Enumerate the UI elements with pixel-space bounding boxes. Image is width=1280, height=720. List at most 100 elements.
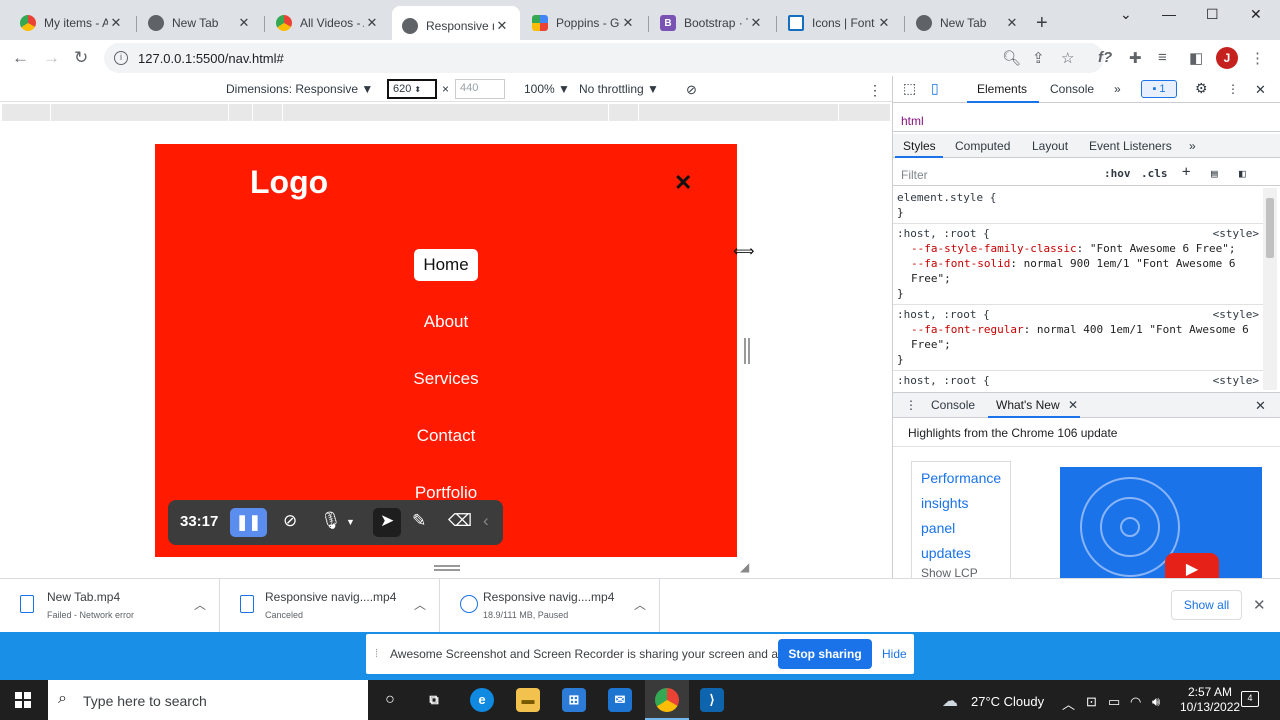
hov-toggle[interactable]: :hov [1104,167,1131,180]
youtube-play-icon[interactable]: ▶ [1165,553,1219,578]
css-rule[interactable]: :host, :root { <style> --fa-font-regular… [893,305,1263,371]
download-item[interactable]: New Tab.mp4 Failed - Network error ︿ [0,579,220,633]
minimize-icon[interactable]: — [1162,6,1176,22]
notification-center-icon[interactable]: 4 [1241,691,1259,707]
breadcrumb-html[interactable]: html [901,114,924,128]
menu-icon[interactable]: ⋮ [1250,49,1265,67]
rule-source-link[interactable]: <style> [1213,307,1259,322]
media-queue-icon[interactable]: ≡ [1158,49,1167,66]
devtools-menu-icon[interactable]: ⋮ [1227,82,1239,96]
device-more-icon[interactable]: ⋮ [868,82,882,99]
drawer-tab-whats-new[interactable]: What's New [996,398,1060,412]
dimensions-dropdown[interactable]: Dimensions: Responsive ▼ [226,82,373,96]
extensions-icon[interactable]: ✚ [1129,49,1142,67]
zoom-icon[interactable]: 🔍︎ [1002,49,1021,67]
drawer-menu-icon[interactable]: ⋮ [905,398,917,412]
styles-scrollbar[interactable] [1263,188,1277,390]
formula-extension-icon[interactable]: f? [1098,49,1112,66]
file-explorer-icon[interactable]: ▬ [516,688,540,712]
show-hidden-icons-chevron-icon[interactable]: ︿ [1062,694,1075,713]
share-icon[interactable]: ⇪ [1032,49,1045,67]
chrome-icon[interactable] [655,688,679,712]
weather-text[interactable]: 27°C Cloudy [971,694,1044,709]
whats-new-link[interactable]: panel [921,516,1001,541]
rotate-icon[interactable]: ⊘ [686,82,697,98]
mic-dropdown-icon[interactable]: ▼ [346,517,355,527]
edge-icon[interactable]: e [470,688,494,712]
css-rule[interactable]: :host, :root { <style> [893,371,1263,390]
tab-search-icon[interactable]: ⌄ [1120,6,1132,23]
side-panel-icon[interactable]: ◧ [1189,49,1203,67]
wifi-icon[interactable]: ◠ [1130,694,1141,710]
width-input[interactable]: 620 ⬍ [387,79,437,99]
zoom-dropdown[interactable]: 100% ▼ [524,82,570,96]
close-tab-icon[interactable]: ✕ [108,15,124,31]
close-drawer-icon[interactable]: ✕ [1255,398,1266,414]
close-tab-icon[interactable]: ✕ [620,15,636,31]
collapse-chevron-icon[interactable]: ‹ [483,511,489,531]
download-item[interactable]: Responsive navig....mp4 Canceled ︿ [220,579,440,633]
pen-icon[interactable]: ✎ [412,511,426,531]
close-drawer-tab-icon[interactable]: ✕ [1068,398,1078,412]
resize-handle-right[interactable] [744,338,750,364]
tab-my-items[interactable]: My items - A ✕ [10,8,134,38]
height-input[interactable]: 440 [455,79,505,99]
reload-icon[interactable]: ↻ [74,48,88,68]
nav-link-contact[interactable]: Contact [155,420,737,452]
taskbar-search[interactable]: ⌕ Type here to search [48,680,368,720]
styles-filter-input[interactable]: Filter [901,168,928,182]
cortana-icon[interactable]: ○ [378,688,402,712]
device-mode-icon[interactable]: ▯ [931,80,939,97]
battery-icon[interactable]: ▭ [1108,694,1120,710]
tab-styles[interactable]: Styles [903,139,936,153]
hide-banner-button[interactable]: Hide [882,647,907,661]
media-query-ruler[interactable] [2,104,890,121]
more-tabs-icon[interactable]: » [1114,82,1121,96]
property-value[interactable]: "Font Awesome 6 Free"; [1090,242,1236,255]
close-tab-icon[interactable]: ✕ [748,15,764,31]
property-name[interactable]: --fa-font-regular [911,323,1024,336]
microphone-icon[interactable]: 🎙︎ [320,511,342,531]
rule-source-link[interactable]: <style> [1213,373,1259,388]
rule-source-link[interactable]: <style> [1213,226,1259,241]
tab-elements[interactable]: Elements [977,82,1027,96]
chevron-up-icon[interactable]: ︿ [194,596,206,613]
address-bar[interactable]: i 127.0.0.1:5500/nav.html# [104,43,1104,73]
tab-all-videos[interactable]: All Videos - A ✕ [266,8,390,38]
tab-layout[interactable]: Layout [1032,139,1068,153]
tab-console[interactable]: Console [1050,82,1094,96]
task-view-icon[interactable]: ⧉ [422,688,446,712]
windows-start-icon[interactable] [15,692,31,708]
nav-link-services[interactable]: Services [155,363,737,395]
resize-corner-icon[interactable]: ◢ [740,560,749,574]
site-logo[interactable]: Logo [250,164,328,201]
tab-new-tab[interactable]: New Tab ✕ [138,8,262,38]
whats-new-link[interactable]: Performance [921,466,1001,491]
site-info-icon[interactable]: i [114,51,128,65]
close-tab-icon[interactable]: ✕ [1004,15,1020,31]
camera-off-icon[interactable]: ⊘ [283,511,297,531]
tab-new-tab-2[interactable]: New Tab ✕ [906,8,1030,38]
close-tab-icon[interactable]: ✕ [236,15,252,31]
nav-link-home[interactable]: Home [155,249,737,281]
close-download-shelf-icon[interactable]: ✕ [1253,596,1266,614]
nav-link-about[interactable]: About [155,306,737,338]
pause-icon[interactable]: ❚❚ [230,508,267,537]
close-tab-icon[interactable]: ✕ [876,15,892,31]
tab-event-listeners[interactable]: Event Listeners [1089,139,1172,153]
whats-new-link[interactable]: insights [921,491,1001,516]
css-rule[interactable]: element.style { } [893,188,1263,224]
property-name[interactable]: --fa-style-family-classic [911,242,1077,255]
new-tab-button[interactable]: + [1036,12,1048,35]
forward-icon[interactable]: → [43,48,60,68]
show-all-downloads-button[interactable]: Show all [1171,590,1242,620]
volume-icon[interactable]: 🔊︎ [1152,694,1160,710]
close-tab-icon[interactable]: ✕ [364,15,380,31]
eraser-icon[interactable]: ⌫ [448,511,472,531]
tab-poppins[interactable]: Poppins - Go ✕ [522,8,646,38]
download-item[interactable]: Responsive navig....mp4 18.9/111 MB, Pau… [440,579,660,633]
stop-sharing-button[interactable]: Stop sharing [778,639,872,669]
new-rule-icon[interactable]: + [1182,164,1190,180]
back-icon[interactable]: ← [12,48,29,68]
profile-avatar[interactable]: J [1216,47,1238,69]
